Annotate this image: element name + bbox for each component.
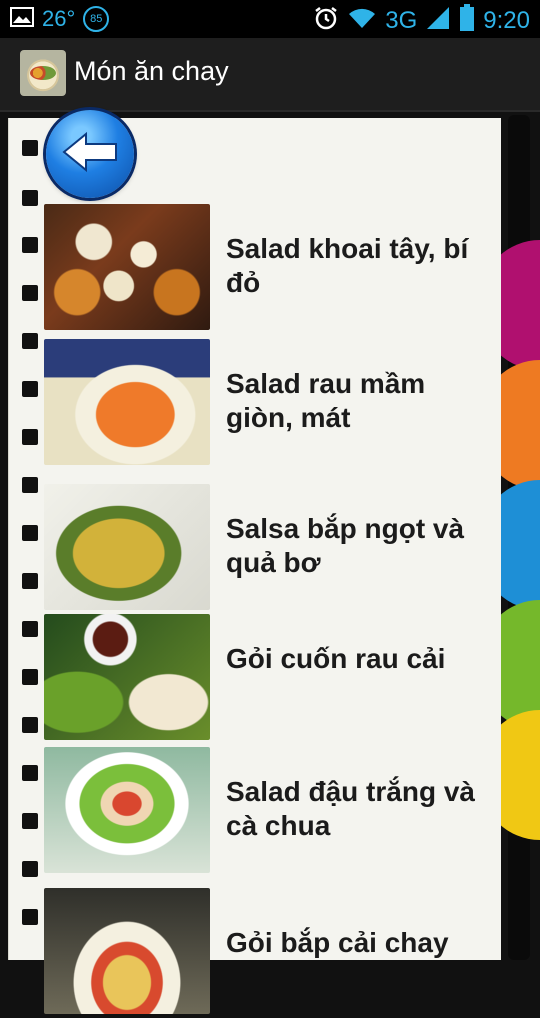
arrow-left-icon — [58, 128, 122, 181]
app-title: Món ăn chay — [74, 56, 229, 86]
binder-ring — [22, 285, 38, 301]
list-item[interactable]: Salad khoai tây, bí đỏ — [44, 204, 494, 334]
binder-ring — [22, 477, 38, 493]
recipe-title: Gỏi bắp cải chay — [226, 927, 449, 958]
binder-ring — [22, 813, 38, 829]
recipe-thumbnail — [44, 204, 210, 330]
binder-ring — [22, 140, 38, 156]
binder-ring — [22, 909, 38, 925]
binder-ring — [22, 237, 38, 253]
binder-ring — [22, 765, 38, 781]
battery-icon — [459, 4, 475, 37]
binder-ring — [22, 190, 38, 206]
recipe-thumbnail — [44, 484, 210, 610]
action-bar: Món ăn chay — [0, 38, 540, 112]
binder-ring — [22, 573, 38, 589]
recipe-title: Salad khoai tây, bí đỏ — [226, 233, 469, 298]
binder-ring — [22, 429, 38, 445]
app-logo-icon[interactable] — [20, 50, 66, 96]
recipe-thumbnail — [44, 339, 210, 465]
back-button[interactable] — [46, 110, 134, 198]
temperature: 26° — [42, 6, 76, 31]
binder-ring — [22, 381, 38, 397]
image-icon — [10, 6, 34, 32]
binder-ring — [22, 669, 38, 685]
binder-ring — [22, 525, 38, 541]
binder-ring — [22, 621, 38, 637]
recipe-thumbnail — [44, 614, 210, 740]
status-bar: 26° 85 3G 9:20 — [0, 0, 540, 38]
binder-ring — [22, 861, 38, 877]
list-item[interactable]: Gỏi cuốn rau cải — [44, 614, 494, 744]
clock: 9:20 — [483, 6, 530, 34]
binder-ring — [22, 717, 38, 733]
wifi-icon — [347, 6, 377, 35]
network-type: 3G — [385, 6, 418, 34]
recipe-thumbnail — [44, 888, 210, 1014]
recipe-title: Salsa bắp ngọt và quả bơ — [226, 513, 465, 578]
recipe-title: Salad đậu trắng và cà chua — [226, 776, 475, 841]
list-item[interactable]: Salsa bắp ngọt và quả bơ — [44, 484, 494, 614]
signal-icon — [425, 5, 451, 36]
recipe-thumbnail — [44, 747, 210, 873]
notification-badge: 85 — [83, 6, 110, 32]
list-item[interactable]: Salad rau mầm giòn, mát — [44, 339, 494, 469]
alarm-icon — [313, 5, 339, 36]
binder-ring — [22, 333, 38, 349]
list-item[interactable]: Gỏi bắp cải chay — [44, 888, 494, 1018]
recipe-title: Salad rau mầm giòn, mát — [226, 368, 426, 433]
recipe-title: Gỏi cuốn rau cải — [226, 643, 446, 674]
list-item[interactable]: Salad đậu trắng và cà chua — [44, 747, 494, 877]
